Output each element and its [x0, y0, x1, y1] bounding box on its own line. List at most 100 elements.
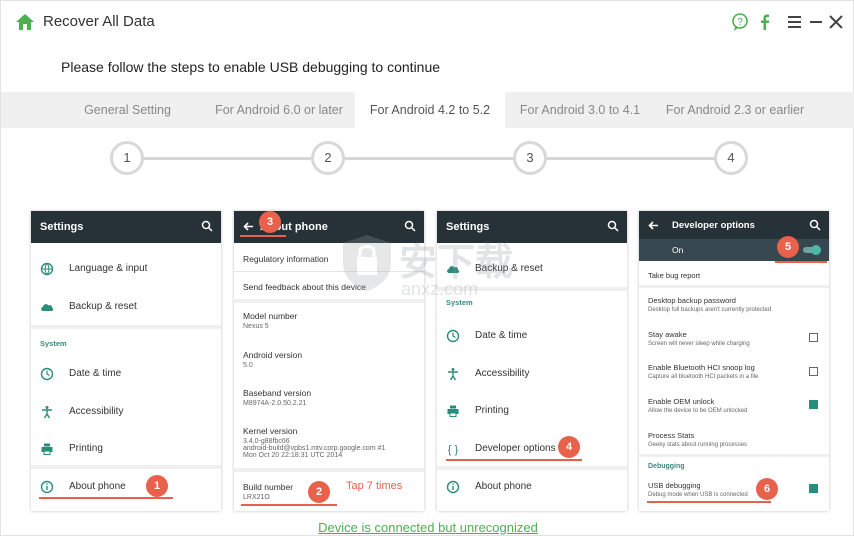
about-row-value: Nexus 5 [243, 323, 269, 330]
watermark: 安下载 anxz.com [339, 227, 523, 305]
phone-screen-1: Settings Language & input Backup & reset… [31, 211, 221, 511]
settings-item-label: Developer options [475, 443, 556, 454]
settings-item-about-phone[interactable]: About phone [437, 469, 627, 505]
tab-general-setting[interactable]: General Setting [61, 92, 194, 128]
connection-status-link[interactable]: Device is connected but unrecognized [1, 520, 854, 535]
settings-item-accessibility[interactable]: Accessibility [437, 356, 627, 392]
clock-icon [40, 367, 54, 381]
menu-icon[interactable] [785, 12, 805, 32]
step-badge-6: 6 [756, 478, 778, 500]
about-row-baseband: Baseband version M8974A-2.0.50.2.21 [243, 388, 311, 407]
phone-screen-4: Developer options On 5 Take bug report D… [639, 211, 829, 511]
highlight-underline [240, 235, 286, 237]
phone-toolbar: Settings [31, 211, 221, 243]
about-row-model: Model number Nexus 5 [243, 311, 297, 330]
switch-on-label: On [672, 245, 684, 255]
dev-row-title: Desktop backup password [648, 296, 736, 305]
settings-item-accessibility[interactable]: Accessibility [31, 394, 221, 430]
dev-row-bluetooth-hci[interactable]: Enable Bluetooth HCI snoop log Capture a… [648, 363, 758, 380]
step-badge-4: 4 [558, 436, 580, 458]
settings-item-language[interactable]: Language & input [31, 251, 221, 287]
about-row-value: M8974A-2.0.50.2.21 [243, 400, 307, 407]
tab-android-6[interactable]: For Android 6.0 or later [203, 92, 355, 128]
about-row-value: LRX21O [243, 494, 270, 501]
settings-item-label: Printing [475, 405, 509, 416]
watermark-text: 安下载 [399, 240, 514, 284]
tap-note: Tap 7 times [346, 480, 403, 492]
settings-item-printing[interactable]: Printing [31, 431, 221, 467]
settings-item-label: Backup & reset [69, 301, 137, 312]
usb-debugging-checkbox[interactable] [809, 484, 818, 493]
title-bar: Recover All Data ? [1, 1, 854, 43]
dev-row-stay-awake[interactable]: Stay awake Screen will never sleep while… [648, 330, 750, 347]
bluetooth-hci-checkbox[interactable] [809, 367, 818, 376]
dev-row-usb-debugging[interactable]: USB debugging Debug mode when USB is con… [648, 481, 748, 498]
highlight-underline [775, 261, 827, 263]
search-icon [607, 220, 619, 232]
about-row-title: Android version [243, 350, 303, 360]
settings-item-date-time[interactable]: Date & time [31, 356, 221, 392]
dev-row-bug-report[interactable]: Take bug report [648, 271, 700, 280]
stay-awake-checkbox[interactable] [809, 333, 818, 342]
dev-row-sub: Geeky stats about running processes [648, 442, 748, 448]
tab-android-2-3[interactable]: For Android 2.3 or earlier [655, 92, 815, 128]
tab-bar: General Setting For Android 6.0 or later… [1, 92, 854, 128]
tab-android-4-2[interactable]: For Android 4.2 to 5.2 [355, 92, 505, 128]
close-icon[interactable] [826, 12, 846, 32]
minimize-icon[interactable] [806, 12, 826, 32]
about-row-value: android-build@vpbs1.mtv.corp.google.com … [243, 445, 386, 452]
settings-item-label: Accessibility [475, 368, 530, 379]
step-badge-5: 5 [777, 236, 799, 258]
oem-unlock-checkbox[interactable] [809, 400, 818, 409]
back-arrow-icon [648, 221, 658, 230]
settings-item-printing[interactable]: Printing [437, 393, 627, 429]
step-3: 3 [513, 141, 547, 175]
dev-row-backup-password[interactable]: Desktop backup password Desktop full bac… [648, 296, 771, 313]
printer-icon [447, 405, 459, 417]
about-row-build-number[interactable]: Build number LRX21O [243, 482, 293, 501]
settings-item-developer-options[interactable]: { } Developer options [437, 431, 627, 467]
phone-toolbar: Developer options [639, 211, 829, 239]
settings-item-date-time[interactable]: Date & time [437, 318, 627, 354]
dev-row-title: Process Stats [648, 431, 695, 440]
svg-text:?: ? [737, 17, 743, 28]
highlight-underline [647, 501, 771, 503]
shield-lock-icon [343, 235, 391, 291]
info-icon [40, 480, 54, 494]
divider [639, 285, 829, 288]
dev-row-oem-unlock[interactable]: Enable OEM unlock Allow the device to be… [648, 397, 747, 414]
dev-row-process-stats[interactable]: Process Stats Geeky stats about running … [648, 431, 747, 448]
dev-row-title: Enable Bluetooth HCI snoop log [648, 363, 755, 372]
settings-item-label: About phone [69, 481, 126, 492]
step-indicator: 1 2 3 4 [1, 139, 854, 179]
dev-row-sub: Screen will never sleep while charging [648, 341, 750, 347]
settings-item-backup[interactable]: Backup & reset [31, 289, 221, 325]
about-row-value: 5.0 [243, 362, 253, 369]
divider [639, 454, 829, 457]
phone-title: Developer options [672, 220, 755, 231]
globe-icon [40, 262, 54, 276]
search-icon [809, 219, 821, 231]
dev-row-title: Stay awake [648, 330, 687, 339]
code-braces-icon: { } [448, 444, 459, 456]
dev-row-sub: Allow the device to be OEM unlocked [648, 408, 748, 414]
printer-icon [41, 443, 53, 455]
accessibility-icon [42, 406, 52, 419]
help-icon[interactable]: ? [730, 12, 750, 32]
step-4: 4 [714, 141, 748, 175]
settings-item-label: Printing [69, 443, 103, 454]
settings-item-label: Language & input [69, 263, 148, 274]
step-badge-3: 3 [259, 211, 281, 233]
tab-android-3[interactable]: For Android 3.0 to 4.1 [505, 92, 655, 128]
settings-item-about-phone[interactable]: About phone [31, 469, 221, 505]
step-2: 2 [311, 141, 345, 175]
master-switch-bar[interactable]: On [639, 239, 829, 261]
step-badge-1: 1 [146, 475, 168, 497]
step-line [127, 157, 731, 160]
about-row-title: Kernel version [243, 426, 298, 436]
about-row-regulatory[interactable]: Regulatory information [243, 254, 329, 264]
search-icon [201, 220, 213, 232]
settings-section: Language & input Backup & reset [31, 249, 221, 329]
facebook-icon[interactable] [755, 12, 775, 32]
toggle-thumb[interactable] [811, 245, 821, 255]
